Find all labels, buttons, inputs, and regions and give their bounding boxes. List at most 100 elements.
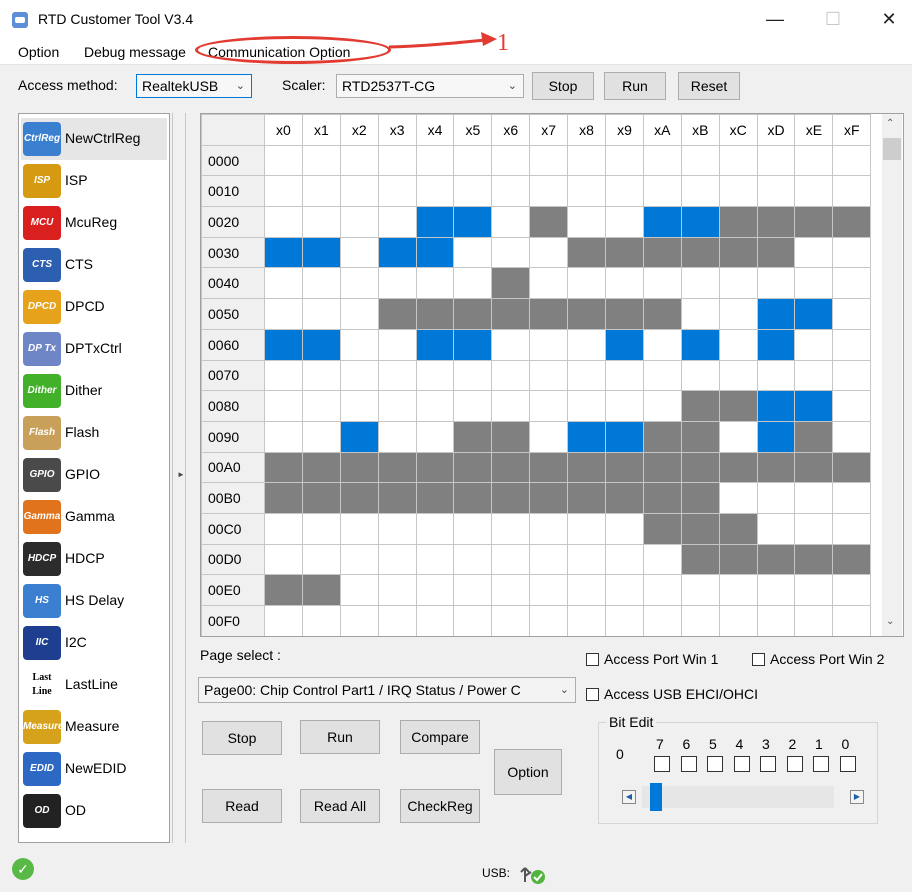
register-cell[interactable] — [567, 236, 607, 269]
run-button[interactable]: Run — [300, 720, 380, 754]
sidebar-item-gamma[interactable]: Gamma Gamma — [21, 496, 167, 538]
register-cell[interactable] — [264, 390, 303, 422]
register-cell[interactable] — [718, 206, 758, 238]
page-select[interactable]: Page00: Chip Control Part1 / IRQ Status … — [198, 677, 576, 703]
sidebar-item-dither[interactable]: Dither Dither — [21, 370, 167, 412]
register-cell[interactable] — [415, 175, 455, 208]
register-cell[interactable] — [491, 206, 531, 238]
register-cell[interactable] — [718, 236, 758, 269]
register-cell[interactable] — [491, 451, 531, 484]
register-cell[interactable] — [605, 574, 644, 606]
register-cell[interactable] — [832, 175, 872, 208]
register-cell[interactable] — [756, 420, 796, 453]
register-cell[interactable] — [415, 605, 455, 636]
register-cell[interactable] — [680, 267, 720, 300]
register-cell[interactable] — [264, 236, 303, 269]
register-cell[interactable] — [453, 298, 493, 330]
sidebar-item-dptxctrl[interactable]: DP Tx DPTxCtrl — [21, 328, 167, 370]
close-button[interactable]: ✕ — [866, 0, 912, 38]
register-cell[interactable] — [301, 512, 341, 545]
register-cell[interactable] — [491, 144, 531, 177]
register-cell[interactable] — [301, 298, 341, 330]
register-cell[interactable] — [264, 482, 303, 514]
register-cell[interactable] — [529, 512, 569, 545]
register-cell[interactable] — [339, 543, 379, 576]
register-cell[interactable] — [339, 359, 379, 392]
register-cell[interactable] — [529, 359, 569, 392]
register-cell[interactable] — [339, 144, 379, 177]
register-cell[interactable] — [301, 451, 341, 484]
register-cell[interactable] — [794, 482, 834, 514]
register-cell[interactable] — [832, 144, 872, 177]
option-button[interactable]: Option — [494, 749, 562, 795]
register-cell[interactable] — [756, 543, 796, 576]
register-cell[interactable] — [529, 420, 569, 453]
register-cell[interactable] — [264, 328, 303, 361]
register-cell[interactable] — [605, 175, 644, 208]
register-cell[interactable] — [832, 236, 872, 269]
collapse-arrow-icon[interactable]: ► — [177, 470, 185, 479]
register-cell[interactable] — [529, 267, 569, 300]
register-cell[interactable] — [453, 359, 493, 392]
register-cell[interactable] — [529, 298, 569, 330]
register-cell[interactable] — [491, 328, 531, 361]
register-cell[interactable] — [453, 390, 493, 422]
register-cell[interactable] — [680, 574, 720, 606]
register-cell[interactable] — [605, 512, 644, 545]
register-cell[interactable] — [415, 512, 455, 545]
register-cell[interactable] — [756, 390, 796, 422]
register-cell[interactable] — [718, 512, 758, 545]
register-cell[interactable] — [301, 605, 341, 636]
register-cell[interactable] — [794, 298, 834, 330]
register-cell[interactable] — [567, 144, 607, 177]
register-cell[interactable] — [718, 420, 758, 453]
minimize-button[interactable]: — — [752, 0, 798, 38]
register-cell[interactable] — [794, 390, 834, 422]
register-cell[interactable] — [491, 420, 531, 453]
register-cell[interactable] — [642, 328, 682, 361]
sidebar-item-od[interactable]: OD OD — [21, 790, 167, 832]
register-cell[interactable] — [529, 236, 569, 269]
register-cell[interactable] — [529, 390, 569, 422]
register-cell[interactable] — [339, 206, 379, 238]
register-cell[interactable] — [642, 451, 682, 484]
register-cell[interactable] — [718, 543, 758, 576]
register-cell[interactable] — [794, 543, 834, 576]
register-cell[interactable] — [491, 236, 531, 269]
register-cell[interactable] — [529, 605, 569, 636]
sidebar-item-newedid[interactable]: EDID NewEDID — [21, 748, 167, 790]
register-cell[interactable] — [680, 512, 720, 545]
register-cell[interactable] — [377, 605, 417, 636]
register-cell[interactable] — [453, 420, 493, 453]
stop-button[interactable]: Stop — [202, 721, 282, 755]
register-cell[interactable] — [794, 512, 834, 545]
read-all-button[interactable]: Read All — [300, 789, 380, 823]
register-cell[interactable] — [415, 482, 455, 514]
register-cell[interactable] — [756, 298, 796, 330]
register-cell[interactable] — [415, 144, 455, 177]
register-cell[interactable] — [605, 451, 644, 484]
register-cell[interactable] — [642, 236, 682, 269]
maximize-button[interactable]: ☐ — [810, 0, 856, 38]
register-cell[interactable] — [453, 543, 493, 576]
register-cell[interactable] — [453, 451, 493, 484]
register-cell[interactable] — [642, 543, 682, 576]
register-cell[interactable] — [680, 359, 720, 392]
register-cell[interactable] — [642, 512, 682, 545]
register-cell[interactable] — [832, 420, 872, 453]
register-cell[interactable] — [567, 359, 607, 392]
register-cell[interactable] — [377, 574, 417, 606]
register-cell[interactable] — [605, 420, 644, 453]
register-cell[interactable] — [264, 574, 303, 606]
register-cell[interactable] — [567, 328, 607, 361]
register-cell[interactable] — [605, 328, 644, 361]
register-cell[interactable] — [529, 206, 569, 238]
register-cell[interactable] — [529, 451, 569, 484]
register-cell[interactable] — [377, 267, 417, 300]
register-cell[interactable] — [567, 543, 607, 576]
register-cell[interactable] — [832, 543, 872, 576]
register-cell[interactable] — [832, 298, 872, 330]
checkreg-button[interactable]: CheckReg — [400, 789, 480, 823]
register-cell[interactable] — [377, 359, 417, 392]
register-cell[interactable] — [718, 451, 758, 484]
